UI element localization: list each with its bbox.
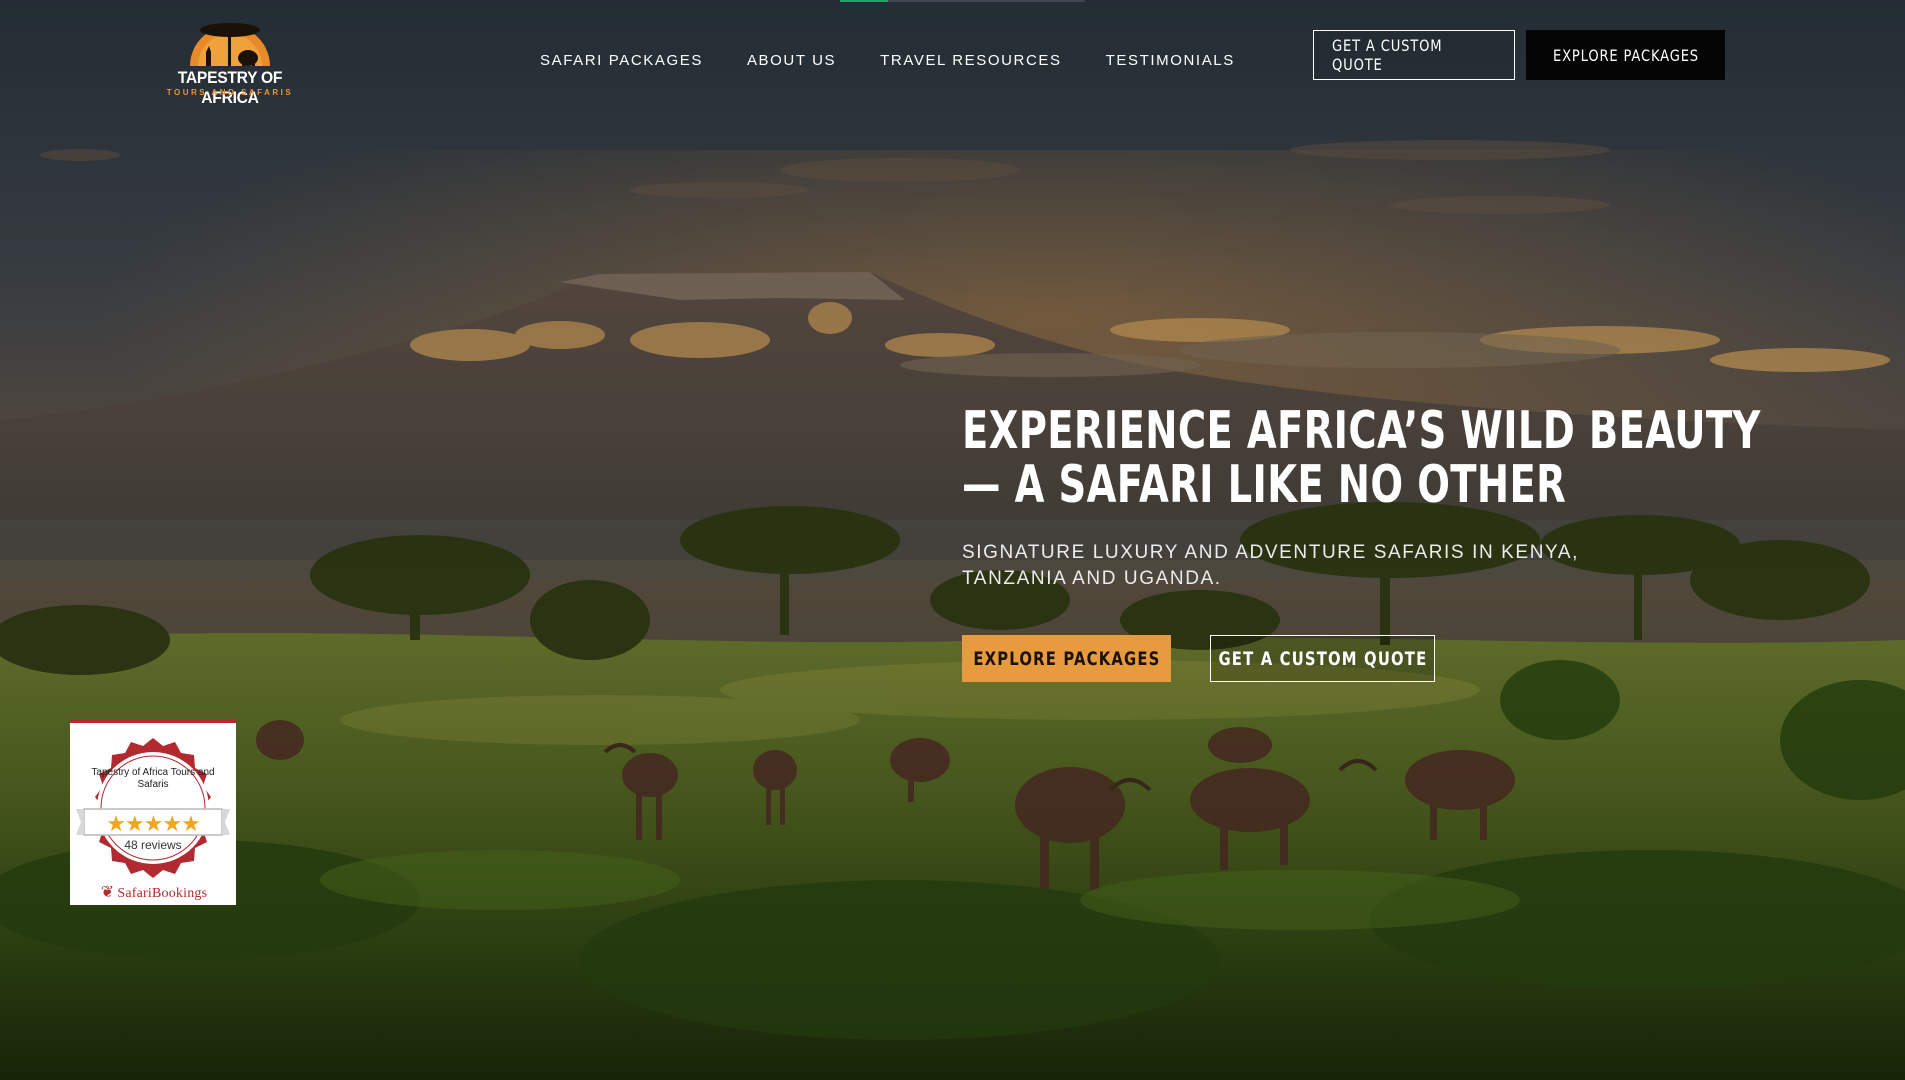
hero-explore-packages-button[interactable]: EXPLORE PACKAGES bbox=[962, 635, 1171, 682]
header-explore-packages-label: EXPLORE PACKAGES bbox=[1552, 45, 1699, 65]
slider-progress-indicator bbox=[840, 0, 1085, 2]
header-custom-quote-button[interactable]: GET A CUSTOM QUOTE bbox=[1313, 30, 1515, 80]
nav-safari-packages[interactable]: SAFARI PACKAGES bbox=[540, 52, 703, 69]
badge-star-rating-icon: ★★★★★ bbox=[106, 811, 201, 836]
site-logo[interactable]: TAPESTRY OF AFRICA TOURS AND SAFARIS bbox=[160, 10, 300, 107]
slider-progress-fill bbox=[840, 0, 888, 2]
nav-about-us[interactable]: ABOUT US bbox=[747, 52, 836, 69]
header-explore-packages-button[interactable]: EXPLORE PACKAGES bbox=[1526, 30, 1725, 80]
badge-company-name: Tapestry of Africa Tours and Safaris bbox=[91, 767, 215, 790]
hero-headline-line-1: EXPERIENCE AFRICA’S WILD BEAUTY bbox=[962, 401, 1761, 461]
hero-overlay bbox=[0, 0, 1905, 1080]
badge-review-count: 48 reviews bbox=[124, 838, 182, 852]
hero-headline: EXPERIENCE AFRICA’S WILD BEAUTY — A SAFA… bbox=[962, 401, 1761, 515]
header-custom-quote-label: GET A CUSTOM QUOTE bbox=[1332, 36, 1443, 74]
main-nav: SAFARI PACKAGES ABOUT US TRAVEL RESOURCE… bbox=[540, 52, 1279, 69]
badge-brand-logo: ❦ SafariBookings bbox=[76, 882, 232, 902]
logo-subtitle: TOURS AND SAFARIS bbox=[166, 88, 294, 97]
hero-section: TAPESTRY OF AFRICA TOURS AND SAFARIS SAF… bbox=[0, 0, 1905, 1080]
hero-custom-quote-label: GET A CUSTOM QUOTE bbox=[1218, 647, 1427, 670]
hero-custom-quote-button[interactable]: GET A CUSTOM QUOTE bbox=[1210, 635, 1435, 682]
safaribookings-icon: ❦ bbox=[100, 884, 115, 901]
hero-subheading: SIGNATURE LUXURY AND ADVENTURE SAFARIS I… bbox=[962, 542, 1580, 589]
nav-travel-resources[interactable]: TRAVEL RESOURCES bbox=[880, 52, 1061, 69]
acacia-sunset-logo-icon bbox=[190, 23, 270, 66]
safaribookings-review-badge[interactable]: Tapestry of Africa Tours and Safaris ★★★… bbox=[70, 719, 236, 905]
hero-explore-packages-label: EXPLORE PACKAGES bbox=[972, 647, 1161, 670]
badge-brand-name: SafariBookings bbox=[117, 886, 208, 901]
nav-testimonials[interactable]: TESTIMONIALS bbox=[1106, 52, 1235, 69]
hero-headline-line-2: — A SAFARI LIKE NO OTHER bbox=[962, 455, 1567, 515]
